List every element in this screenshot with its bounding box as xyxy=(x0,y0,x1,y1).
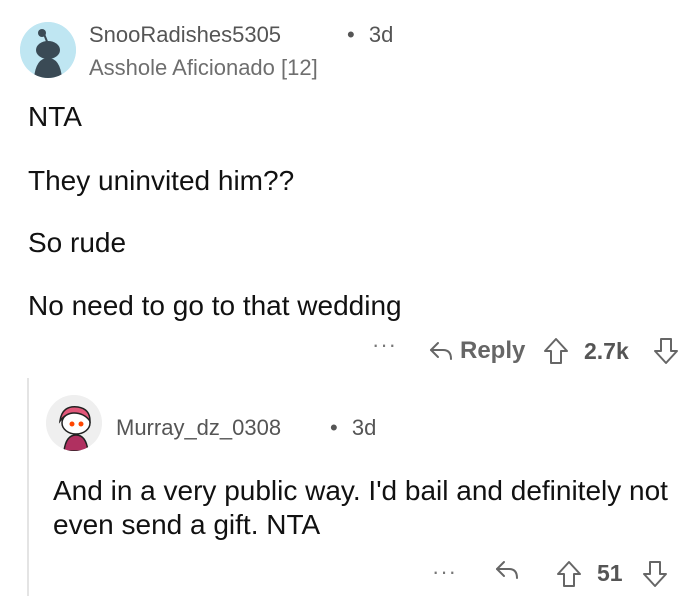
user-flair: Asshole Aficionado [12] xyxy=(89,55,318,80)
reply-age: 3d xyxy=(351,415,377,440)
downvote-arrow-icon[interactable] xyxy=(652,336,680,371)
snoo-avatar-icon[interactable] xyxy=(46,395,102,451)
separator-dot: • xyxy=(330,415,338,440)
reply-button[interactable]: Reply xyxy=(428,336,525,366)
comment-username[interactable]: SnooRadishes5305 xyxy=(89,22,281,48)
vote-score: 51 xyxy=(597,560,623,586)
reply-button[interactable] xyxy=(494,559,520,586)
reply-arrow-icon xyxy=(496,561,518,579)
comment-paragraph: They uninvited him?? xyxy=(28,165,295,196)
vote-score: 2.7k xyxy=(584,338,629,364)
comment-paragraph: NTA xyxy=(28,101,82,132)
reply-username[interactable]: Murray_dz_0308 xyxy=(116,415,281,441)
comment-paragraph: So rude xyxy=(28,227,127,258)
reply-label: Reply xyxy=(460,337,526,364)
upvote-arrow-icon[interactable] xyxy=(555,559,583,594)
separator-dot: • xyxy=(347,22,355,47)
thread-line[interactable] xyxy=(27,378,29,596)
downvote-arrow-icon[interactable] xyxy=(641,559,669,594)
reply-timestamp: • 3d xyxy=(330,415,376,441)
upvote-arrow-icon[interactable] xyxy=(542,336,570,371)
snoo-avatar-icon[interactable] xyxy=(20,22,76,78)
reply-arrow-icon xyxy=(430,342,452,360)
comment-paragraph: No need to go to that wedding xyxy=(28,290,402,321)
more-options-icon[interactable]: ··· xyxy=(372,332,397,358)
reply-body: And in a very public way. I'd bail and d… xyxy=(53,475,668,540)
comment-age: 3d xyxy=(368,22,394,47)
more-options-icon[interactable]: ··· xyxy=(432,559,457,585)
comment-timestamp: • 3d xyxy=(347,22,393,48)
